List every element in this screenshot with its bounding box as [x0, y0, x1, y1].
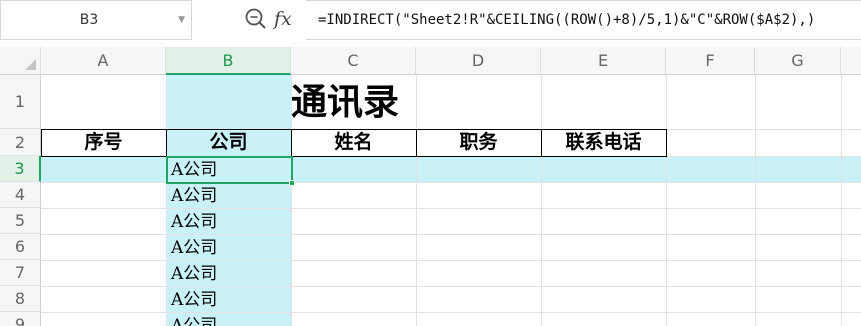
header-cell-name[interactable]: 姓名 — [291, 129, 416, 156]
name-box[interactable]: B3 ▼ — [0, 0, 192, 40]
cell-b5[interactable]: A公司 — [167, 209, 291, 235]
column-header-a[interactable]: A — [41, 47, 166, 75]
gridline — [666, 75, 667, 326]
column-header-g[interactable]: G — [755, 47, 841, 75]
column-header-f[interactable]: F — [666, 47, 755, 75]
row-header-4[interactable]: 4 — [0, 182, 41, 208]
cell-b4[interactable]: A公司 — [167, 183, 291, 209]
gridline — [41, 208, 861, 209]
zoom-formula-icon[interactable] — [243, 6, 269, 32]
gridline — [841, 75, 842, 326]
select-all-corner[interactable] — [0, 47, 41, 75]
gridline — [41, 260, 861, 261]
header-cell-index[interactable]: 序号 — [41, 129, 166, 156]
column-header-d[interactable]: D — [416, 47, 541, 75]
column-header-e[interactable]: E — [541, 47, 666, 75]
active-cell-border — [166, 156, 293, 184]
header-cell-phone[interactable]: 联系电话 — [541, 129, 666, 156]
column-header-b[interactable]: B — [166, 47, 291, 75]
name-box-value: B3 — [79, 12, 99, 28]
column-header-blank — [841, 47, 861, 75]
row-header-5[interactable]: 5 — [0, 208, 41, 234]
gridline — [41, 234, 861, 235]
header-cell-company[interactable]: 公司 — [166, 129, 291, 156]
row-header-9[interactable]: 9 — [0, 312, 41, 326]
cell-b7[interactable]: A公司 — [167, 261, 291, 287]
row-highlight — [41, 156, 861, 183]
sheet-title[interactable]: 通讯录 — [291, 75, 417, 129]
gridline — [41, 182, 861, 183]
formula-input[interactable]: =INDIRECT("Sheet2!R"&CEILING((ROW()+8)/5… — [318, 0, 815, 40]
gridline — [41, 286, 861, 287]
row-header-7[interactable]: 7 — [0, 260, 41, 286]
row-header-3[interactable]: 3 — [0, 156, 41, 182]
row-header-2[interactable]: 2 — [0, 129, 41, 156]
cell-b6[interactable]: A公司 — [167, 235, 291, 261]
row-header-6[interactable]: 6 — [0, 234, 41, 260]
header-cell-position[interactable]: 职务 — [416, 129, 541, 156]
fill-handle[interactable] — [289, 180, 295, 186]
fx-icon[interactable]: fx — [274, 4, 298, 34]
gridline — [41, 312, 861, 313]
cell-b8[interactable]: A公司 — [167, 287, 291, 313]
row-header-8[interactable]: 8 — [0, 286, 41, 312]
column-header-c[interactable]: C — [291, 47, 416, 75]
gridline — [541, 75, 542, 326]
row-header-1[interactable]: 1 — [0, 75, 41, 129]
chevron-down-icon[interactable]: ▼ — [178, 1, 185, 39]
cell-b9[interactable]: A公司 — [167, 313, 291, 326]
gridline — [755, 75, 756, 326]
